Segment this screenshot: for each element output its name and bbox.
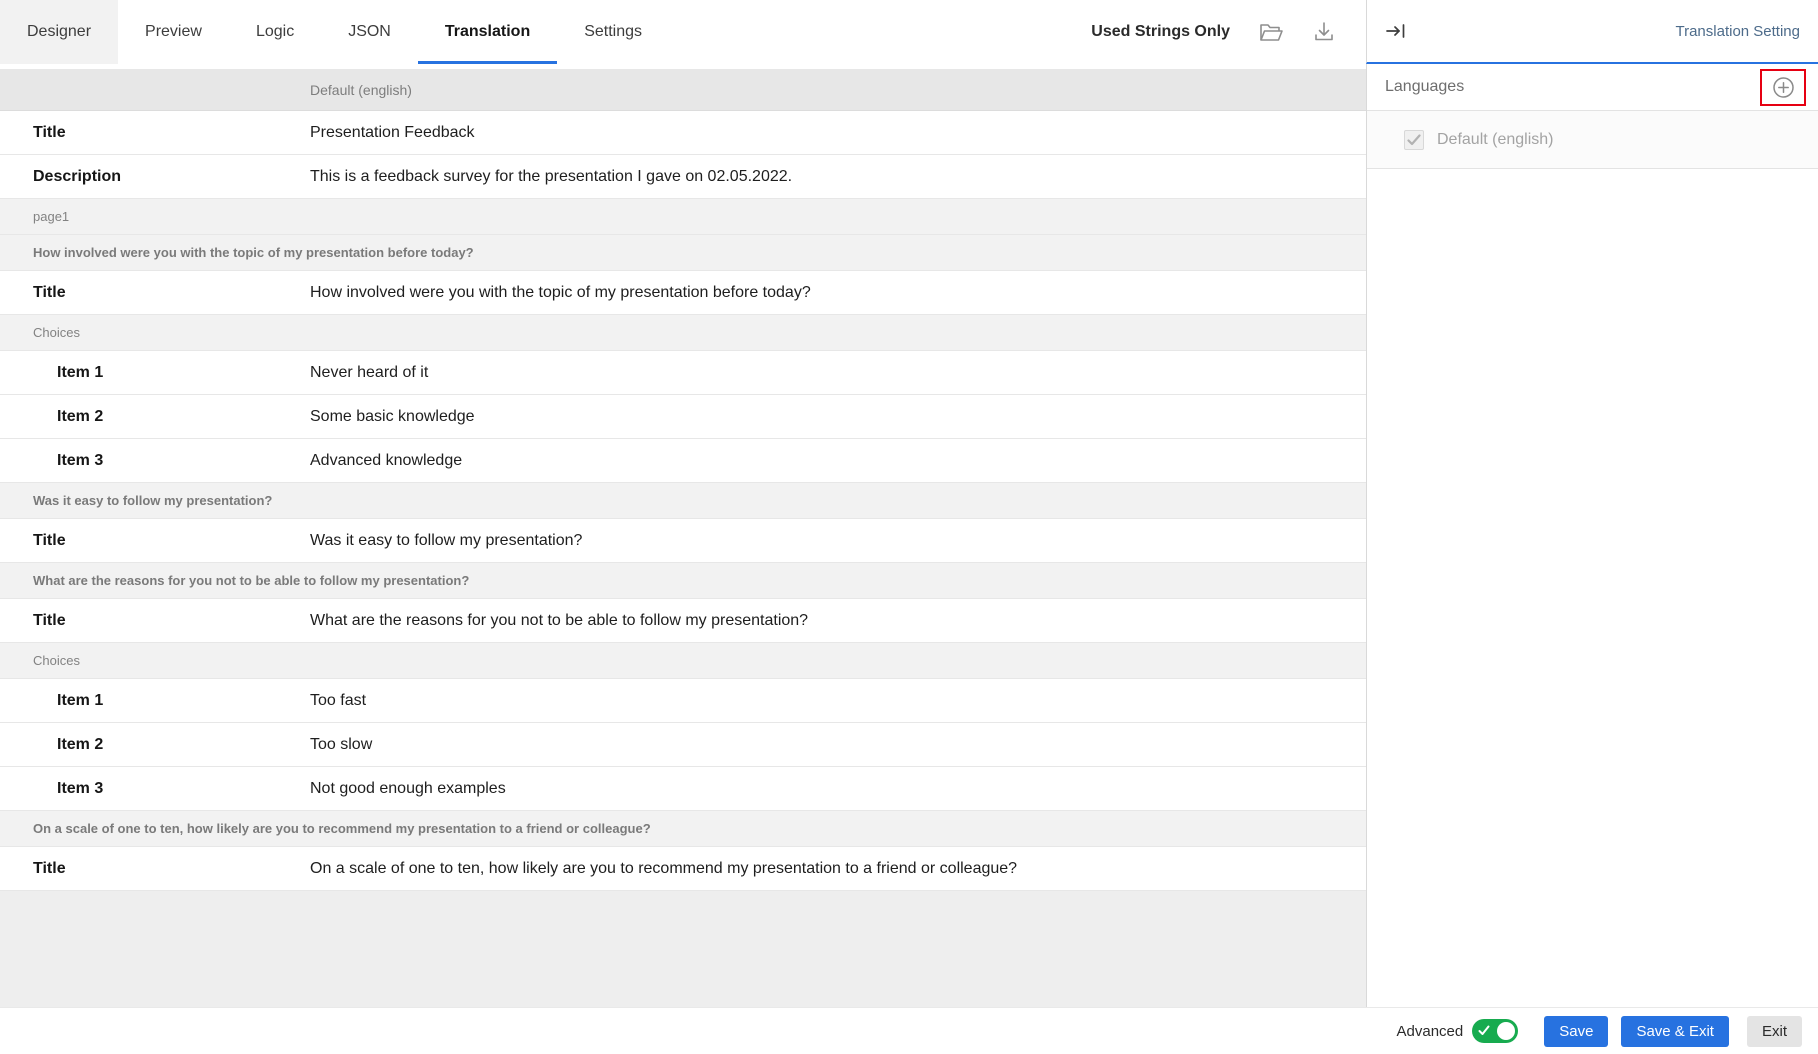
row-label: Item 3 [0,452,310,470]
table-row: Title Was it easy to follow my presentat… [0,519,1366,563]
default-language-row: Default (english) [1367,111,1818,169]
table-row: Item 3 Advanced knowledge [0,439,1366,483]
tab-bar: Designer Preview Logic JSON Translation … [0,0,1366,64]
table-row: Item 1 Too fast [0,679,1366,723]
panel-title: Translation Setting [1675,23,1800,40]
highlight-box [1760,69,1806,106]
table-section-row: Was it easy to follow my presentation? [0,483,1366,519]
table-row: Title Presentation Feedback [0,111,1366,155]
table-row: Title How involved were you with the top… [0,271,1366,315]
row-label: Item 2 [0,736,310,754]
table-row: Item 2 Too slow [0,723,1366,767]
row-label: Title [0,124,310,142]
toggle-knob [1497,1022,1515,1040]
languages-label: Languages [1385,78,1464,96]
table-row: Item 2 Some basic knowledge [0,395,1366,439]
row-label: Item 3 [0,780,310,798]
row-value[interactable]: How involved were you with the topic of … [310,284,831,302]
table-section-row: On a scale of one to ten, how likely are… [0,811,1366,847]
row-label: Title [0,532,310,550]
section-label: Choices [33,325,80,340]
table-row: Description This is a feedback survey fo… [0,155,1366,199]
tab-translation[interactable]: Translation [418,0,557,64]
row-label: Item 2 [0,408,310,426]
tab-designer[interactable]: Designer [0,0,118,64]
languages-header: Languages [1367,64,1818,111]
row-value[interactable]: Advanced knowledge [310,452,482,470]
row-value[interactable]: Never heard of it [310,364,448,382]
check-icon [1478,1025,1490,1036]
default-language-checkbox[interactable] [1404,130,1424,150]
table-empty-area [0,891,1366,1007]
row-value[interactable]: What are the reasons for you not to be a… [310,612,828,630]
table-row: Item 3 Not good enough examples [0,767,1366,811]
row-value[interactable]: Some basic knowledge [310,408,495,426]
table-header-row: Default (english) [0,69,1366,111]
row-value[interactable]: Presentation Feedback [310,124,495,142]
exit-button[interactable]: Exit [1747,1016,1802,1047]
section-label: page1 [33,209,69,224]
section-label: What are the reasons for you not to be a… [33,573,469,588]
translation-settings-panel: Languages Default (english) [1366,64,1818,1007]
table-section-row: page1 [0,199,1366,235]
row-value[interactable]: Not good enough examples [310,780,526,798]
row-value[interactable]: Too slow [310,736,392,754]
table-row: Item 1 Never heard of it [0,351,1366,395]
toolbar-right: Used Strings Only [1091,0,1366,64]
table-row: Title What are the reasons for you not t… [0,599,1366,643]
table-section-row: Choices [0,643,1366,679]
add-language-icon[interactable] [1772,76,1795,99]
row-value[interactable]: Too fast [310,692,386,710]
tab-settings[interactable]: Settings [557,0,669,64]
check-icon [1407,134,1421,146]
advanced-toggle[interactable] [1472,1019,1518,1043]
download-icon[interactable] [1312,20,1336,44]
table-row: Title On a scale of one to ten, how like… [0,847,1366,891]
footer-bar: Advanced Save Save & Exit Exit [0,1007,1818,1054]
row-label: Description [0,168,310,186]
row-value[interactable]: This is a feedback survey for the presen… [310,168,812,186]
row-label: Item 1 [0,364,310,382]
row-value[interactable]: On a scale of one to ten, how likely are… [310,860,1037,878]
app-root: Designer Preview Logic JSON Translation … [0,0,1818,1054]
default-language-label: Default (english) [1437,131,1554,149]
row-value[interactable]: Was it easy to follow my presentation? [310,532,602,550]
section-label: How involved were you with the topic of … [33,245,474,260]
table-section-row: What are the reasons for you not to be a… [0,563,1366,599]
tab-json[interactable]: JSON [321,0,418,64]
advanced-label: Advanced [1397,1023,1464,1040]
table-section-row: How involved were you with the topic of … [0,235,1366,271]
tab-preview[interactable]: Preview [118,0,229,64]
header-default-column: Default (english) [310,82,432,98]
folder-open-icon[interactable] [1258,20,1284,44]
section-label: Was it easy to follow my presentation? [33,493,272,508]
row-label: Title [0,612,310,630]
section-label: Choices [33,653,80,668]
table-section-row: Choices [0,315,1366,351]
collapse-panel-icon[interactable] [1385,21,1407,41]
save-button[interactable]: Save [1544,1016,1608,1047]
panel-header: Translation Setting [1366,0,1818,64]
section-label: On a scale of one to ten, how likely are… [33,821,651,836]
row-label: Item 1 [0,692,310,710]
translation-table: Default (english) Title Presentation Fee… [0,64,1366,1007]
row-label: Title [0,284,310,302]
tab-logic[interactable]: Logic [229,0,321,64]
save-and-exit-button[interactable]: Save & Exit [1621,1016,1729,1047]
used-strings-only-button[interactable]: Used Strings Only [1091,23,1230,41]
row-label: Title [0,860,310,878]
